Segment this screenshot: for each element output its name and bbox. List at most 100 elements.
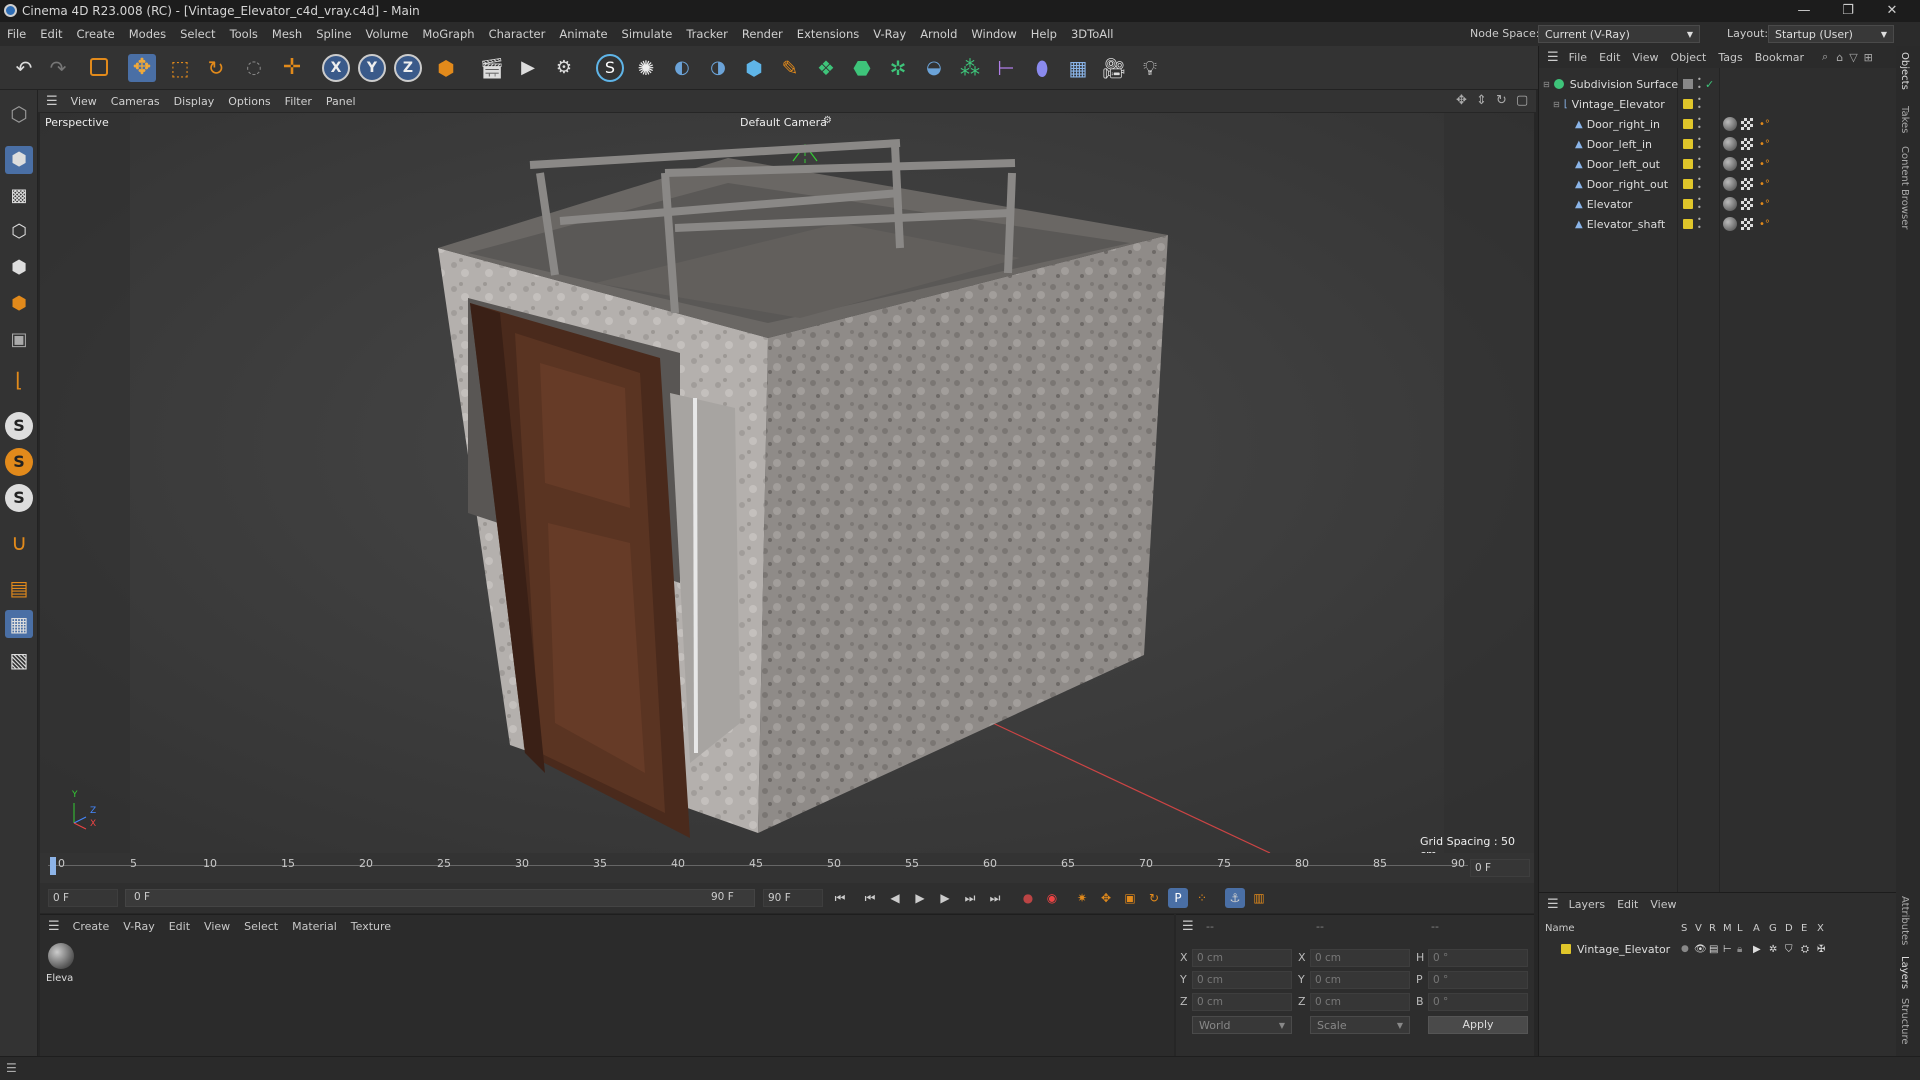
menu-edit[interactable]: Edit (33, 27, 69, 41)
zoom-view-icon[interactable]: ⇕ (1476, 93, 1487, 108)
rotate-view-icon[interactable]: ↻ (1496, 93, 1507, 108)
material-tag-icon[interactable] (1723, 137, 1737, 151)
phong-tag-icon[interactable]: •° (1759, 199, 1770, 210)
material-tag-icon[interactable] (1723, 117, 1737, 131)
menu-mesh[interactable]: Mesh (265, 27, 309, 41)
search-icon[interactable]: ⌕ (1822, 50, 1828, 64)
hamburger-icon[interactable]: ☰ (48, 919, 60, 934)
object-menu-view[interactable]: View (1626, 51, 1664, 64)
uv-tag-icon[interactable] (1741, 218, 1753, 230)
render-dots-icon[interactable]: • • (1697, 76, 1702, 92)
snap-settings-icon[interactable]: S (5, 448, 33, 476)
layer-menu-layers[interactable]: Layers (1563, 898, 1611, 911)
filter-icon[interactable]: ▽ (1849, 51, 1857, 64)
hamburger-icon[interactable]: ☰ (6, 1061, 17, 1075)
menu-simulate[interactable]: Simulate (615, 27, 680, 41)
step-forward-icon[interactable]: ▶ (935, 888, 955, 908)
coordinate-system-icon[interactable]: ⬢ (432, 54, 460, 82)
object-menu-object[interactable]: Object (1665, 51, 1713, 64)
phong-tag-icon[interactable]: •° (1759, 139, 1770, 150)
material-menu-vray[interactable]: V-Ray (116, 920, 162, 933)
xref-icon[interactable]: ✠ (1817, 944, 1825, 955)
phong-tag-icon[interactable]: •° (1759, 159, 1770, 170)
viewport-menu-view[interactable]: View (64, 95, 104, 108)
object-menu-edit[interactable]: Edit (1593, 51, 1626, 64)
next-key-icon[interactable]: ⏭ (960, 888, 980, 908)
snap-icon[interactable]: S (5, 412, 33, 440)
hamburger-icon[interactable]: ☰ (1547, 50, 1559, 65)
workplane-icon[interactable]: ▤ (5, 574, 33, 602)
menu-mograph[interactable]: MoGraph (415, 27, 481, 41)
camera-label[interactable]: Default Camera (740, 116, 827, 129)
size-y-field[interactable]: 0 cm (1310, 971, 1410, 989)
pen-spline-icon[interactable]: ✎ (776, 54, 804, 82)
menu-tools[interactable]: Tools (223, 27, 265, 41)
render-dots-icon[interactable]: • • (1697, 176, 1702, 192)
layer-color-swatch[interactable] (1561, 944, 1571, 954)
timeline-ruler[interactable]: 0 5 10 15 20 25 30 35 40 45 50 55 60 65 … (40, 853, 1534, 883)
apply-button[interactable]: Apply (1428, 1016, 1528, 1034)
python-2-icon[interactable]: ◑ (704, 54, 732, 82)
object-row-vintage-elevator[interactable]: ⊟ ⌊ Vintage_Elevator • • (1539, 94, 1897, 114)
world-select[interactable]: World ▼ (1192, 1016, 1292, 1034)
points-mode-icon[interactable]: ⬡ (5, 218, 33, 246)
uv-mode-icon[interactable]: ▣ (5, 326, 33, 354)
render-dots-icon[interactable]: • • (1697, 216, 1702, 232)
viewport-menu-options[interactable]: Options (221, 95, 277, 108)
auto-key-icon[interactable]: ◉ (1042, 888, 1062, 908)
vray-icon[interactable]: S (596, 54, 624, 82)
layout-select[interactable]: Startup (User) ▼ (1768, 25, 1894, 43)
tab-takes[interactable]: Takes (1899, 106, 1910, 133)
rotate-icon[interactable]: ↻ (202, 54, 230, 82)
render-dots-icon[interactable]: • • (1697, 116, 1702, 132)
deformer-icon[interactable]: ⛉ (1785, 944, 1793, 955)
uv-tag-icon[interactable] (1741, 138, 1753, 150)
node-space-select[interactable]: Current (V-Ray) ▼ (1538, 25, 1700, 43)
tab-structure[interactable]: Structure (1899, 998, 1910, 1045)
uv-tag-icon[interactable] (1741, 118, 1753, 130)
go-to-end-icon[interactable]: ⏭ (985, 888, 1005, 908)
live-selection-icon[interactable] (90, 58, 108, 76)
tab-objects[interactable]: Objects (1899, 52, 1910, 90)
current-frame-field[interactable]: 0 F (48, 889, 118, 907)
menu-tracker[interactable]: Tracker (679, 27, 735, 41)
menu-render[interactable]: Render (735, 27, 790, 41)
collapse-icon[interactable]: ⊟ (1543, 80, 1550, 89)
pan-view-icon[interactable]: ✥ (1456, 93, 1467, 108)
uv-tag-icon[interactable] (1741, 178, 1753, 190)
redo-icon[interactable]: ↷ (44, 54, 72, 82)
snap-workplane-icon[interactable]: S (5, 484, 33, 512)
solo-icon[interactable]: ● (1681, 944, 1689, 954)
menu-select[interactable]: Select (173, 27, 222, 41)
hamburger-icon[interactable]: ☰ (1182, 919, 1194, 934)
animation-icon[interactable]: ▶ (1753, 944, 1761, 955)
menu-spline[interactable]: Spline (309, 27, 358, 41)
menu-arnold[interactable]: Arnold (913, 27, 964, 41)
object-row-door-right-in[interactable]: ▲ Door_right_in • • •° (1539, 114, 1897, 134)
material-tag-icon[interactable] (1723, 217, 1737, 231)
scale-icon[interactable]: ⬚ (166, 54, 194, 82)
layer-menu-view[interactable]: View (1644, 898, 1682, 911)
viewport-menu-cameras[interactable]: Cameras (104, 95, 167, 108)
size-x-field[interactable]: 0 cm (1310, 949, 1410, 967)
scale-select[interactable]: Scale ▼ (1310, 1016, 1410, 1034)
edges-mode-icon[interactable]: ⬢ (5, 254, 33, 282)
render-dots-icon[interactable]: • • (1697, 136, 1702, 152)
mograph-icon[interactable]: ⁂ (956, 54, 984, 82)
z-axis-lock-icon[interactable]: Z (394, 54, 422, 82)
menu-help[interactable]: Help (1024, 27, 1064, 41)
record-icon[interactable]: ● (1018, 888, 1038, 908)
pos-z-field[interactable]: 0 cm (1192, 993, 1292, 1011)
uv-tag-icon[interactable] (1741, 158, 1753, 170)
menu-file[interactable]: File (0, 27, 33, 41)
playhead[interactable] (50, 857, 56, 875)
render-dots-icon[interactable]: • • (1697, 156, 1702, 172)
object-row-door-left-in[interactable]: ▲ Door_left_in • • •° (1539, 134, 1897, 154)
make-editable-icon[interactable]: ⬡ (5, 100, 33, 128)
material-menu-texture[interactable]: Texture (344, 920, 398, 933)
cloner-icon[interactable]: ✲ (884, 54, 912, 82)
pos-y-field[interactable]: 0 cm (1192, 971, 1292, 989)
menu-animate[interactable]: Animate (552, 27, 614, 41)
key-rotation-icon[interactable]: ↻ (1144, 888, 1164, 908)
material-menu-create[interactable]: Create (66, 920, 117, 933)
